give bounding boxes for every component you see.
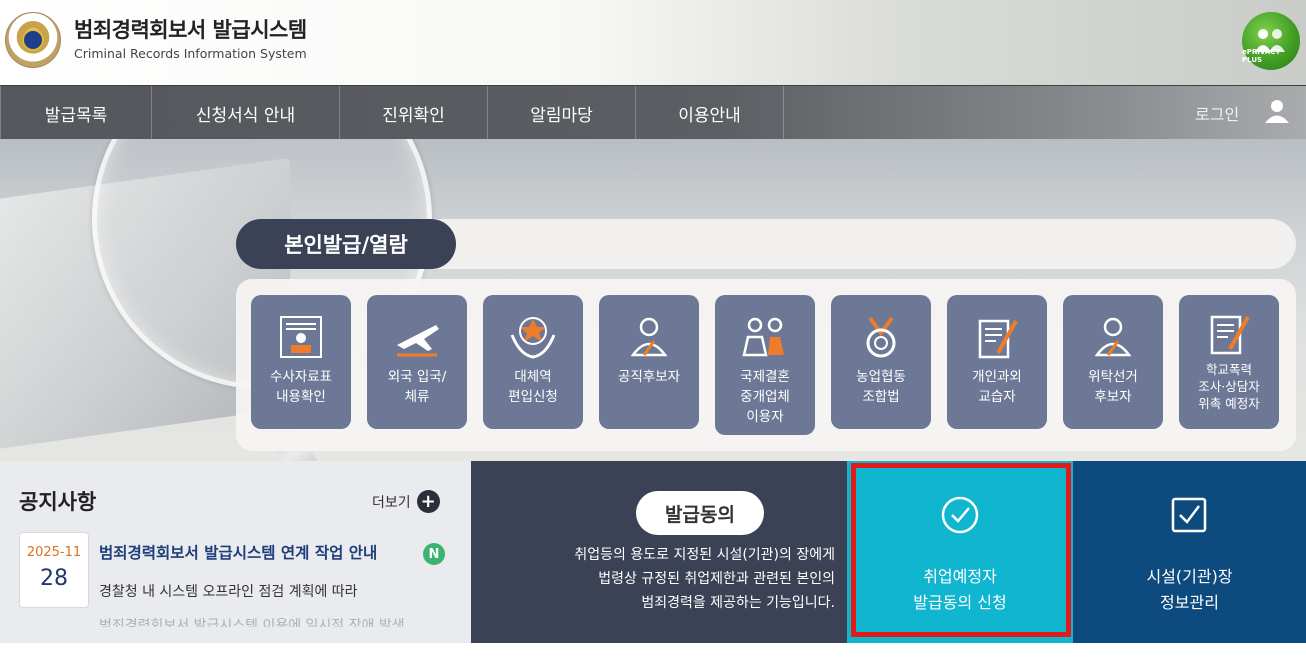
consent-desc-line: 범죄경력을 제공하는 기능입니다. xyxy=(641,595,835,611)
card-foreign-entry[interactable]: 외국 입국/ 체류 xyxy=(367,295,467,429)
record-icon xyxy=(280,316,322,358)
new-badge: N xyxy=(423,543,445,565)
eprivacy-label: ePRIVACY PLUS xyxy=(1242,48,1281,64)
notice-body-text[interactable]: 경찰청 내 시스템 오프라인 점검 계획에 따라 xyxy=(99,581,358,601)
more-label: 더보기 xyxy=(372,494,411,511)
card-label: 수사자료표 내용확인 xyxy=(269,369,333,405)
police-emblem-logo[interactable] xyxy=(5,12,61,68)
card-school-violence-counselor[interactable]: 학교폭력 조사·상담자 위촉 예정자 xyxy=(1179,295,1279,429)
apply-label-line: 취업예정자 xyxy=(923,567,997,586)
notice-title: 공지사항 xyxy=(19,490,97,514)
person-icon xyxy=(630,317,668,357)
nav-verification[interactable]: 진위확인 xyxy=(340,86,488,140)
consent-desc-line: 법령상 규정된 취업제한과 관련된 본인의 xyxy=(598,571,835,587)
document-pen-icon xyxy=(1210,315,1250,355)
consent-title: 발급동의 xyxy=(636,491,764,535)
card-label: 학교폭력 조사·상담자 위촉 예정자 xyxy=(1198,362,1260,411)
nav-form-guide[interactable]: 신청서식 안내 xyxy=(152,86,340,140)
site-subtitle: Criminal Records Information System xyxy=(74,46,307,61)
notice-more-link[interactable]: 더보기 + xyxy=(372,490,440,513)
consent-info-panel: 발급동의 취업등의 용도로 지정된 시설(기관)의 장에게 법령상 규정된 취업… xyxy=(471,461,847,643)
consent-desc-line: 취업등의 용도로 지정된 시설(기관)의 장에게 xyxy=(574,547,835,563)
site-header: 범죄경력회보서 발급시스템 Criminal Records Informati… xyxy=(0,0,1306,85)
user-icon[interactable] xyxy=(1262,96,1292,126)
card-label: 공직후보자 xyxy=(617,369,681,385)
card-label: 대체역 편입신청 xyxy=(508,369,558,405)
notice-date-box: 2025-11 28 xyxy=(19,532,89,608)
plus-icon[interactable]: + xyxy=(416,490,440,513)
emblem-icon xyxy=(510,317,556,359)
eprivacy-badge-icon[interactable]: ePRIVACY PLUS xyxy=(1242,12,1300,70)
nav-usage-guide[interactable]: 이용안내 xyxy=(636,86,784,140)
hero-banner: 본인발급/열람 수사자료표 내용확인 외국 입국/ 체류 대체역 편입신청 공직… xyxy=(0,139,1306,461)
card-alternative-service[interactable]: 대체역 편입신청 xyxy=(483,295,583,429)
card-entrusted-election-candidate[interactable]: 위탁선거 후보자 xyxy=(1063,295,1163,429)
medal-icon xyxy=(866,316,896,358)
card-international-marriage[interactable]: 국제결혼 중개업체 이용자 xyxy=(715,295,815,435)
card-agricultural-cooperative[interactable]: 농업협동 조합법 xyxy=(831,295,931,429)
couple-icon xyxy=(742,317,784,357)
person-icon xyxy=(1094,317,1132,357)
document-pen-icon xyxy=(978,319,1018,359)
facility-label-line: 정보관리 xyxy=(1160,593,1219,612)
facility-manage-label[interactable]: 시설(기관)장 정보관리 xyxy=(1073,564,1306,616)
main-nav: 발급목록 신청서식 안내 진위확인 알림마당 이용안내 로그인 xyxy=(0,85,1306,140)
page-bottom-strip xyxy=(0,643,1306,661)
card-private-tutor[interactable]: 개인과외 교습자 xyxy=(947,295,1047,429)
notice-body-text-cutoff: 범죄경력회보서 발급시스템 이용에 일시적 장애 발생 xyxy=(99,618,405,627)
check-square-icon xyxy=(1171,497,1207,533)
notice-date-year-month: 2025-11 xyxy=(26,545,82,560)
card-investigation-record[interactable]: 수사자료표 내용확인 xyxy=(251,295,351,429)
notice-panel: 공지사항 더보기 + 2025-11 28 범죄경력회보서 발급시스템 연계 작… xyxy=(0,461,471,643)
card-label: 위탁선거 후보자 xyxy=(1088,369,1138,405)
card-label: 국제결혼 중개업체 이용자 xyxy=(740,369,790,425)
check-circle-icon xyxy=(941,496,979,534)
card-public-office-candidate[interactable]: 공직후보자 xyxy=(599,295,699,429)
notice-headline-link[interactable]: 범죄경력회보서 발급시스템 연계 작업 안내 xyxy=(99,541,377,563)
consent-description: 취업등의 용도로 지정된 시설(기관)의 장에게 법령상 규정된 취업제한과 관… xyxy=(495,543,835,615)
nav-notice-board[interactable]: 알림마당 xyxy=(488,86,636,140)
card-label: 농업협동 조합법 xyxy=(856,369,906,405)
nav-issue-list[interactable]: 발급목록 xyxy=(0,86,152,140)
airplane-icon xyxy=(397,325,439,357)
section-title-self-issue: 본인발급/열람 xyxy=(236,219,456,269)
apply-consent-label[interactable]: 취업예정자 발급동의 신청 xyxy=(847,564,1073,616)
facility-label-line: 시설(기관)장 xyxy=(1146,567,1233,586)
card-label: 개인과외 교습자 xyxy=(972,369,1022,405)
apply-label-line: 발급동의 신청 xyxy=(913,593,1007,612)
card-label: 외국 입국/ 체류 xyxy=(387,369,447,405)
site-title[interactable]: 범죄경력회보서 발급시스템 xyxy=(74,14,307,44)
login-link[interactable]: 로그인 xyxy=(1195,86,1239,140)
notice-date-day: 28 xyxy=(40,566,68,591)
